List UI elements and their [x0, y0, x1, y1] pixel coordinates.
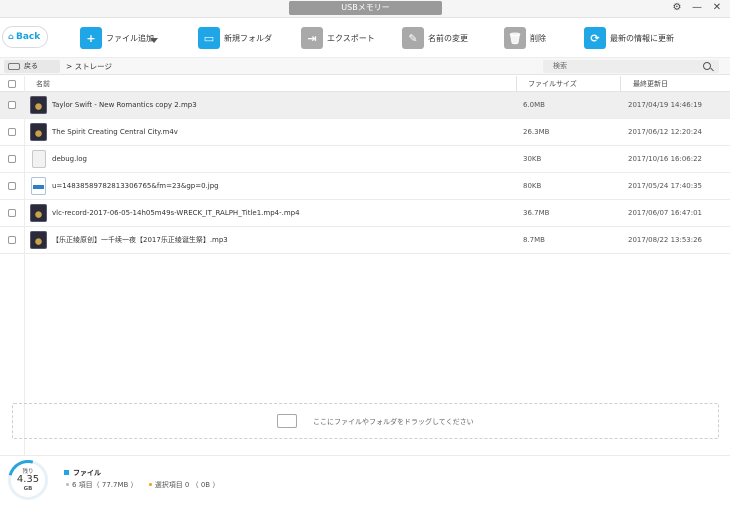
minus-icon[interactable]: — [690, 1, 704, 15]
row-checkbox[interactable] [8, 101, 16, 109]
export-label: エクスポート [327, 33, 375, 43]
items-dot [66, 483, 69, 486]
refresh-icon: ⟳ [584, 27, 606, 49]
select-all-checkbox[interactable] [8, 80, 16, 88]
category-text: ファイル [73, 469, 101, 477]
window-title: USBメモリー [289, 1, 442, 15]
refresh-label: 最新の情報に更新 [610, 33, 674, 43]
new-folder-icon: ▭ [198, 27, 220, 49]
file-name: vlc-record-2017-06-05-14h05m49s-WRECK_IT… [52, 209, 300, 217]
table-row[interactable]: The Spirit Creating Central City.m4v 26.… [0, 119, 730, 146]
category-swatch [64, 470, 69, 475]
folder-icon [277, 414, 297, 428]
title-bar: USBメモリー ⚙ — ✕ [0, 0, 730, 18]
trash-icon: 🗑 [504, 27, 526, 49]
row-checkbox[interactable] [8, 155, 16, 163]
close-icon[interactable]: ✕ [710, 1, 724, 15]
add-file-button[interactable]: + ファイル追加 [80, 26, 154, 50]
file-date: 2017/08/22 13:53:26 [628, 236, 703, 244]
column-divider[interactable] [620, 76, 621, 92]
column-date[interactable]: 最終更新日 [633, 76, 668, 92]
file-size: 8.7MB [523, 236, 545, 244]
file-size: 26.3MB [523, 128, 550, 136]
gear-icon[interactable]: ⚙ [670, 1, 684, 15]
row-checkbox[interactable] [8, 182, 16, 190]
breadcrumb[interactable]: > ストレージ [66, 60, 112, 73]
file-size: 80KB [523, 182, 542, 190]
column-size[interactable]: ファイルサイズ [528, 76, 577, 92]
file-name: 【乐正绫原创】一千续一夜【2017乐正绫诞生祭】.mp3 [52, 236, 228, 244]
column-divider[interactable] [516, 76, 517, 92]
drive-icon [8, 63, 20, 70]
file-date: 2017/06/12 12:20:24 [628, 128, 703, 136]
media-file-icon [30, 96, 47, 114]
file-size: 6.0MB [523, 101, 545, 109]
row-checkbox[interactable] [8, 236, 16, 244]
row-checkbox[interactable] [8, 128, 16, 136]
delete-label: 削除 [530, 33, 546, 43]
file-date: 2017/10/16 16:06:22 [628, 155, 703, 163]
table-row[interactable]: 【乐正绫原创】一千续一夜【2017乐正绫诞生祭】.mp3 8.7MB 2017/… [0, 227, 730, 254]
file-name: Taylor Swift - New Romantics copy 2.mp3 [52, 101, 197, 109]
refresh-button[interactable]: ⟳ 最新の情報に更新 [584, 26, 674, 50]
back-button-label: Back [16, 32, 41, 42]
table-row[interactable]: vlc-record-2017-06-05-14h05m49s-WRECK_IT… [0, 200, 730, 227]
selected-count: 選択項目 0 （ 0B ） [154, 481, 220, 489]
storage-gauge: 残り 4.35 GB [0, 452, 56, 508]
row-checkbox[interactable] [8, 209, 16, 217]
media-file-icon [30, 123, 47, 141]
nav-back-label: 戻る [24, 62, 38, 70]
export-button[interactable]: ⇥ エクスポート [301, 26, 375, 50]
selected-dot [148, 483, 152, 486]
file-size: 30KB [523, 155, 542, 163]
file-date: 2017/06/07 16:47:01 [628, 209, 703, 217]
file-size: 36.7MB [523, 209, 550, 217]
rename-label: 名前の変更 [428, 33, 468, 43]
nav-back-button[interactable]: 戻る [4, 60, 60, 73]
media-file-icon [30, 231, 47, 249]
home-icon: ⌂ [8, 32, 14, 41]
new-folder-label: 新規フォルダ [224, 33, 272, 43]
search-placeholder: 検索 [553, 62, 567, 70]
add-file-label: ファイル追加 [106, 33, 154, 43]
status-footer: 残り 4.35 GB ファイル 6 項目（ 77.7MB ） 選択項目 0 （ … [0, 452, 730, 510]
text-file-icon [32, 150, 46, 168]
category-label: ファイル [64, 468, 101, 478]
file-date: 2017/04/19 14:46:19 [628, 101, 703, 109]
table-row[interactable]: debug.log 30KB 2017/10/16 16:06:22 [0, 146, 730, 173]
media-file-icon [30, 204, 47, 222]
rename-button[interactable]: ✎ 名前の変更 [402, 26, 468, 50]
search-icon[interactable] [703, 62, 711, 70]
add-file-icon: + [80, 27, 102, 49]
item-stats: 6 項目（ 77.7MB ） 選択項目 0 （ 0B ） [66, 480, 219, 490]
export-icon: ⇥ [301, 27, 323, 49]
column-name[interactable]: 名前 [36, 76, 50, 92]
file-name: u=1483858978281330676​5&fm=23&gp=0.jpg [52, 182, 219, 190]
chevron-down-icon[interactable] [150, 38, 158, 43]
file-date: 2017/05/24 17:40:35 [628, 182, 703, 190]
search-input[interactable]: 検索 [543, 60, 719, 73]
back-button[interactable]: ⌂ Back [2, 26, 48, 48]
rename-icon: ✎ [402, 27, 424, 49]
file-name: The Spirit Creating Central City.m4v [52, 128, 178, 136]
drop-zone[interactable]: ここにファイルやフォルダをドラッグしてください [12, 403, 719, 439]
storage-remaining-unit: GB [23, 486, 33, 492]
storage-remaining-value: 4.35 [16, 474, 40, 485]
table-row[interactable]: Taylor Swift - New Romantics copy 2.mp3 … [0, 92, 730, 119]
image-file-icon [31, 177, 46, 195]
delete-button[interactable]: 🗑 削除 [504, 26, 546, 50]
file-name: debug.log [52, 155, 87, 163]
table-row[interactable]: u=1483858978281330676​5&fm=23&gp=0.jpg 8… [0, 173, 730, 200]
items-count: 6 項目（ 77.7MB ） [72, 481, 138, 489]
new-folder-button[interactable]: ▭ 新規フォルダ [198, 26, 272, 50]
drop-zone-text: ここにファイルやフォルダをドラッグしてください [313, 418, 474, 426]
nav-bar: 戻る > ストレージ 検索 [0, 58, 730, 75]
toolbar: ⌂ Back + ファイル追加 ▭ 新規フォルダ ⇥ エクスポート ✎ 名前の変… [0, 18, 730, 58]
